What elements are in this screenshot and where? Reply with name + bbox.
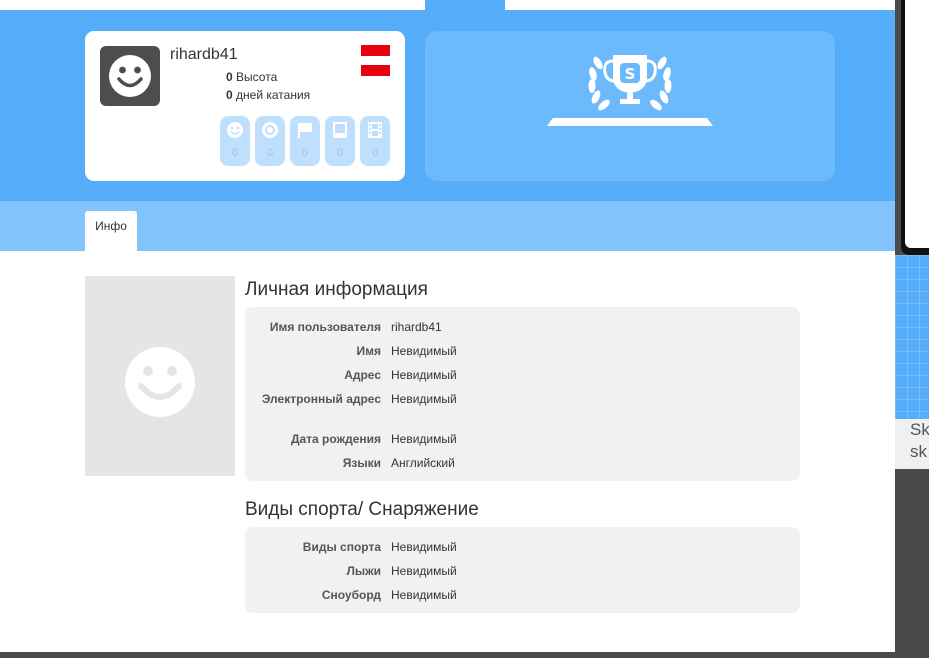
row-value: Невидимый	[391, 540, 457, 554]
profile-photo-placeholder[interactable]	[85, 276, 235, 476]
smiley-avatar-icon	[109, 55, 151, 97]
smiley-icon	[227, 122, 243, 138]
tab-bar: Инфо	[0, 201, 895, 251]
film-icon	[368, 122, 382, 138]
row-value: rihardb41	[391, 320, 442, 334]
row-value: Английский	[391, 456, 455, 470]
badge-target[interactable]: 0	[255, 116, 285, 166]
avatar[interactable]	[100, 46, 160, 106]
row-value: Невидимый	[391, 368, 457, 382]
days-stat: 0 дней катания	[226, 88, 310, 102]
side-ad-text[interactable]: Sk sk	[895, 419, 929, 469]
height-value: 0	[226, 70, 233, 84]
tab-info[interactable]: Инфо	[85, 211, 137, 251]
row-label: Виды спорта	[302, 540, 381, 554]
row-label: Имя пользователя	[269, 320, 381, 334]
row-value: Невидимый	[391, 344, 457, 358]
row-label: Адрес	[344, 368, 381, 382]
sports-title: Виды спорта/ Снаряжение	[245, 499, 479, 520]
badge-count: 0	[266, 147, 274, 159]
side-ad-banner[interactable]	[895, 255, 929, 419]
profile-page: rihardb41 0 Высота 0 дней катания 0 0 0 …	[0, 0, 895, 652]
days-label: дней катания	[236, 88, 311, 102]
award-letter: S	[625, 65, 636, 83]
row-value: Невидимый	[391, 392, 457, 406]
badge-count: 0	[371, 147, 379, 159]
badge-photo[interactable]: 0	[325, 116, 355, 166]
row-label: Языки	[342, 456, 381, 470]
flag-icon	[298, 123, 312, 138]
badge-flag[interactable]: 0	[290, 116, 320, 166]
days-value: 0	[226, 88, 233, 102]
height-label: Высота	[236, 70, 278, 84]
badge-count: 0	[301, 147, 309, 159]
height-stat: 0 Высота	[226, 70, 277, 84]
personal-info-panel: Имя пользователя rihardb41 Имя Невидимый…	[245, 307, 800, 481]
personal-info-title: Личная информация	[245, 279, 428, 300]
badge-count: 0	[231, 147, 239, 159]
bottom-bar	[0, 652, 895, 658]
row-value: Невидимый	[391, 564, 457, 578]
side-popup-content	[905, 0, 929, 248]
target-icon	[262, 122, 278, 138]
top-nav-notch[interactable]	[425, 0, 505, 10]
badge-smiley[interactable]: 0	[220, 116, 250, 166]
username[interactable]: rihardb41	[170, 46, 238, 64]
row-label: Имя	[356, 344, 381, 358]
row-label: Лыжи	[346, 564, 381, 578]
country-flag-icon	[361, 45, 390, 76]
row-value: Невидимый	[391, 588, 457, 602]
badge-count: 0	[336, 147, 344, 159]
badge-film[interactable]: 0	[360, 116, 390, 166]
trophy-laurel-icon: S	[547, 55, 713, 126]
profile-card: rihardb41 0 Высота 0 дней катания 0 0 0 …	[85, 31, 405, 181]
award-card[interactable]: S	[425, 31, 835, 181]
row-label: Сноуборд	[321, 588, 381, 602]
smiley-placeholder-icon	[125, 347, 195, 417]
sports-panel: Виды спорта Невидимый Лыжи Невидимый Сно…	[245, 527, 800, 613]
row-label: Дата рождения	[290, 432, 381, 446]
photo-icon	[333, 122, 347, 138]
row-label: Электронный адрес	[261, 392, 381, 406]
side-popup-window	[901, 0, 929, 255]
row-value: Невидимый	[391, 432, 457, 446]
